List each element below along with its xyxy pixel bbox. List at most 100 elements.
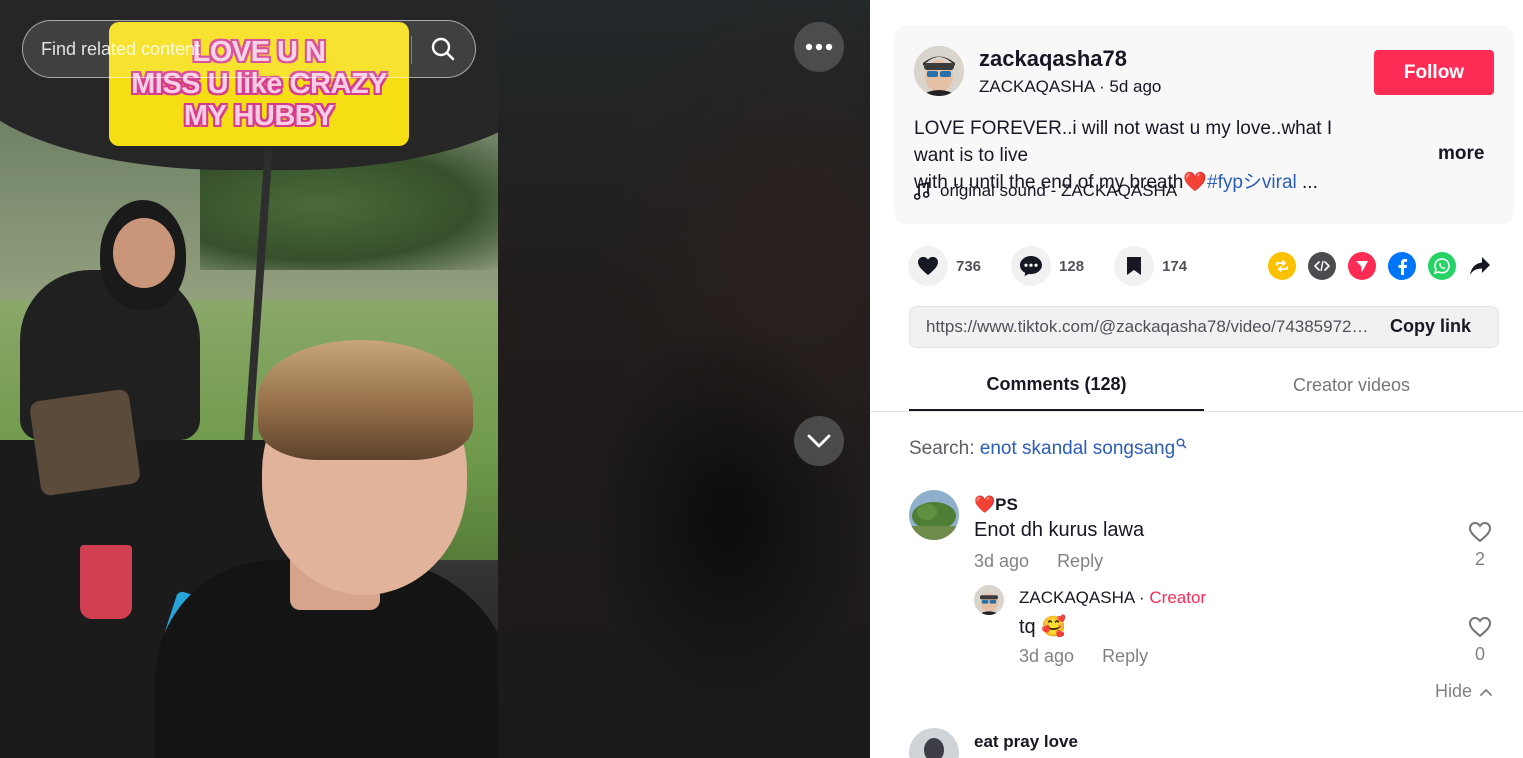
embed-code-icon: [1314, 260, 1330, 272]
description-line: LOVE FOREVER..i will not wast u my love.…: [914, 118, 1333, 166]
music-note-icon: [914, 182, 930, 200]
caption-line: MY HUBBY: [183, 100, 335, 132]
blurred-background: [498, 0, 870, 758]
share-link-box: https://www.tiktok.com/@zackaqasha78/vid…: [909, 306, 1499, 348]
whatsapp-share-button[interactable]: [1428, 252, 1456, 280]
avatar-image: [909, 490, 959, 540]
share-arrow-icon: [1470, 257, 1490, 275]
nickname-and-time: ZACKAQASHA · 5d ago: [979, 77, 1161, 97]
reply-like-count: 0: [1474, 644, 1485, 664]
search-icon: [431, 37, 455, 61]
send-to-friends-button[interactable]: [1348, 252, 1376, 280]
comment-avatar[interactable]: [909, 490, 959, 540]
reply-button[interactable]: Reply: [1102, 646, 1148, 667]
video-area: LOVE U N MISS U like CRAZY MY HUBBY: [0, 0, 870, 758]
avatar-image: [909, 728, 959, 758]
send-icon: [1356, 261, 1368, 272]
repost-icon: [1276, 260, 1288, 272]
comment-count: 128: [1059, 257, 1085, 275]
share-icons: [1268, 252, 1492, 280]
more-share-button[interactable]: [1468, 252, 1492, 280]
repost-button[interactable]: [1268, 252, 1296, 280]
search-button[interactable]: [421, 29, 465, 69]
tab-comments[interactable]: Comments (128): [909, 360, 1204, 411]
save-button[interactable]: 174: [1114, 246, 1187, 286]
chevron-up-icon: [1480, 688, 1492, 696]
reply-username-row: ZACKAQASHA · Creator: [1019, 588, 1206, 608]
music-title: original sound - ZACKAQASHA: [940, 181, 1178, 200]
comment-like-count: 2: [1474, 549, 1485, 569]
search-bar: [22, 20, 476, 78]
related-search: Search: enot skandal songsang: [909, 438, 1187, 460]
comment-text: Enot dh kurus lawa: [974, 519, 1145, 541]
chevron-down-icon: [807, 434, 831, 448]
comment-time: 3d ago: [974, 551, 1030, 571]
creator-badge: Creator: [1149, 588, 1207, 607]
reply-time: 3d ago: [1019, 646, 1075, 666]
next-video-button[interactable]: [794, 416, 844, 466]
post-info-card: zackaqasha78 ZACKAQASHA · 5d ago Follow …: [894, 26, 1514, 224]
tab-creator-videos[interactable]: Creator videos: [1204, 360, 1499, 411]
like-count: 736: [956, 257, 982, 275]
reply-button[interactable]: Reply: [1057, 551, 1103, 572]
video-scene-cup: [80, 545, 132, 619]
more-icon: [805, 43, 833, 51]
save-count: 174: [1162, 257, 1188, 275]
whatsapp-icon: [1433, 258, 1450, 275]
reply-username[interactable]: ZACKAQASHA: [1019, 588, 1134, 607]
video-scene-bag: [28, 388, 142, 497]
comment-circle: [1011, 246, 1052, 286]
more-button[interactable]: more: [1438, 143, 1484, 165]
comment-avatar[interactable]: [909, 728, 959, 758]
action-bar: 736 128 174: [908, 245, 1217, 287]
avatar[interactable]: [914, 46, 964, 96]
search-small-icon: [1176, 438, 1187, 449]
nickname: ZACKAQASHA: [979, 77, 1095, 96]
music-link[interactable]: original sound - ZACKAQASHA: [914, 181, 1177, 201]
comment-meta: 3d ago Reply: [974, 551, 1103, 572]
heart-outline-icon: [1468, 521, 1492, 543]
heart-icon: [918, 256, 938, 276]
like-circle: [908, 246, 948, 286]
separator-dot: ·: [1134, 588, 1150, 607]
search-divider: [411, 36, 412, 64]
save-circle: [1114, 246, 1155, 286]
details-panel: zackaqasha78 ZACKAQASHA · 5d ago Follow …: [870, 0, 1523, 758]
hide-replies-button[interactable]: Hide: [1435, 681, 1492, 702]
hashtag-link[interactable]: #fypシviral: [1207, 172, 1297, 193]
reply-avatar[interactable]: [974, 585, 1004, 615]
heart-emoji: ❤️: [1183, 172, 1207, 193]
avatar-image: [974, 585, 1004, 615]
search-input[interactable]: [41, 21, 411, 77]
copy-link-button[interactable]: Copy link: [1390, 316, 1471, 337]
facebook-share-button[interactable]: [1388, 252, 1416, 280]
facebook-icon: [1398, 259, 1408, 275]
video-player[interactable]: LOVE U N MISS U like CRAZY MY HUBBY: [0, 0, 498, 758]
comment-button[interactable]: 128: [1011, 246, 1084, 286]
avatar-image: [914, 46, 964, 96]
share-link-text[interactable]: https://www.tiktok.com/@zackaqasha78/vid…: [926, 317, 1376, 337]
separator-dot: ·: [1099, 77, 1110, 96]
follow-button[interactable]: Follow: [1374, 50, 1494, 95]
comment-username[interactable]: ❤️PS: [974, 495, 1018, 515]
video-scene-woman-face: [113, 218, 175, 288]
hide-label: Hide: [1435, 681, 1473, 701]
more-options-button[interactable]: [794, 22, 844, 72]
video-scene-man-hair: [258, 340, 473, 460]
heart-outline-icon: [1468, 616, 1492, 638]
tabs-bar: Comments (128) Creator videos: [870, 360, 1523, 412]
embed-button[interactable]: [1308, 252, 1336, 280]
bookmark-icon: [1127, 257, 1142, 275]
reply-text: tq 🥰: [1019, 616, 1067, 638]
post-time: 5d ago: [1109, 77, 1162, 96]
comment-username[interactable]: eat pray love: [974, 732, 1078, 752]
like-button[interactable]: 736: [908, 246, 981, 286]
comment-like-button[interactable]: 2: [1468, 521, 1492, 570]
reply-meta: 3d ago Reply: [1019, 646, 1148, 667]
comment-icon: [1020, 256, 1043, 276]
reply-like-button[interactable]: 0: [1468, 616, 1492, 665]
related-search-prefix: Search:: [909, 438, 980, 459]
related-search-keyword[interactable]: enot skandal songsang: [980, 438, 1175, 459]
description-ellipsis: ...: [1296, 172, 1318, 193]
username[interactable]: zackaqasha78: [979, 46, 1127, 72]
